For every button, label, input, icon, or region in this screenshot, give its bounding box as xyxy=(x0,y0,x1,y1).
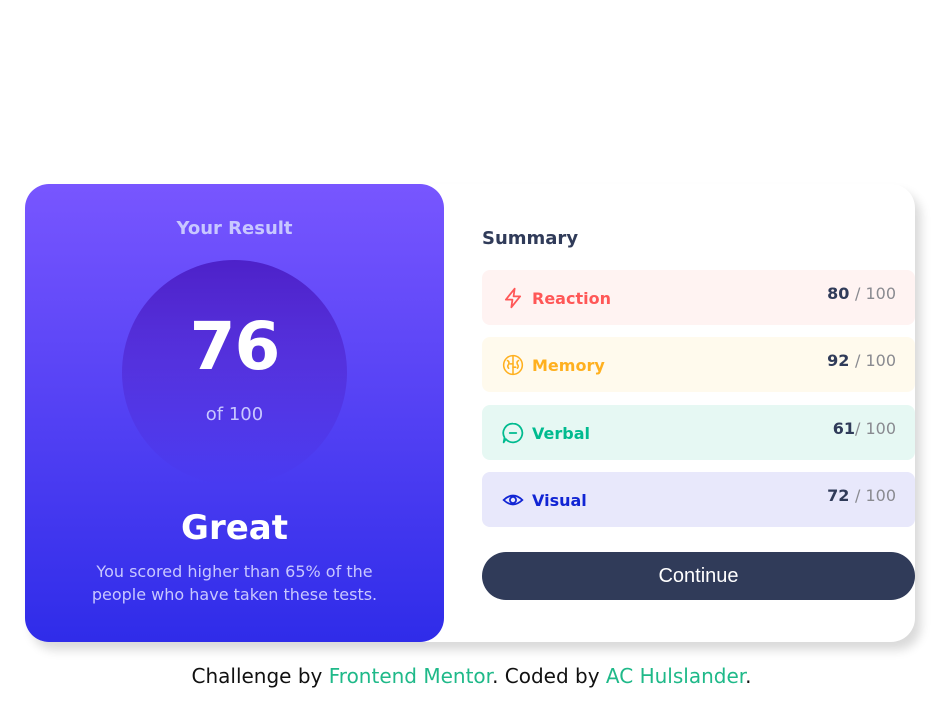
summary-item-label: Visual xyxy=(532,491,587,510)
result-heading: Your Result xyxy=(176,218,293,239)
summary-item-score: 80 / 100 xyxy=(827,284,896,303)
score-circle: 76 of 100 xyxy=(122,260,347,485)
score-of-total: of 100 xyxy=(205,404,264,425)
summary-item-label: Verbal xyxy=(532,424,590,443)
rating-description: You scored higher than 65% of the people… xyxy=(91,562,378,604)
brain-icon xyxy=(502,354,524,376)
summary-item-verbal: Verbal 61/ 100 xyxy=(482,405,915,460)
author-link[interactable]: AC Hulslander xyxy=(606,664,745,688)
lightning-icon xyxy=(504,287,522,309)
summary-item-visual: Visual 72 / 100 xyxy=(482,472,915,527)
summary-item-score: 72 / 100 xyxy=(827,486,896,505)
eye-icon xyxy=(502,494,524,506)
attribution: Challenge by Frontend Mentor. Coded by A… xyxy=(191,664,752,688)
summary-item-label: Memory xyxy=(532,356,605,375)
summary-panel: Summary Reaction 80 / 100 Memory 92 / 10… xyxy=(444,184,915,642)
frontend-mentor-link[interactable]: Frontend Mentor xyxy=(329,664,492,688)
summary-item-label: Reaction xyxy=(532,289,611,308)
summary-item-score: 61/ 100 xyxy=(832,419,896,438)
result-panel: Your Result 76 of 100 Great You scored h… xyxy=(25,184,444,642)
score-value: 76 xyxy=(189,308,281,385)
rating-title: Great xyxy=(181,508,288,548)
summary-item-reaction: Reaction 80 / 100 xyxy=(482,270,915,325)
chat-bubble-icon xyxy=(502,422,524,444)
summary-item-memory: Memory 92 / 100 xyxy=(482,337,915,392)
summary-item-score: 92 / 100 xyxy=(827,351,896,370)
continue-button[interactable]: Continue xyxy=(482,552,915,600)
results-summary-card: Your Result 76 of 100 Great You scored h… xyxy=(25,184,915,642)
summary-title: Summary xyxy=(482,228,579,249)
